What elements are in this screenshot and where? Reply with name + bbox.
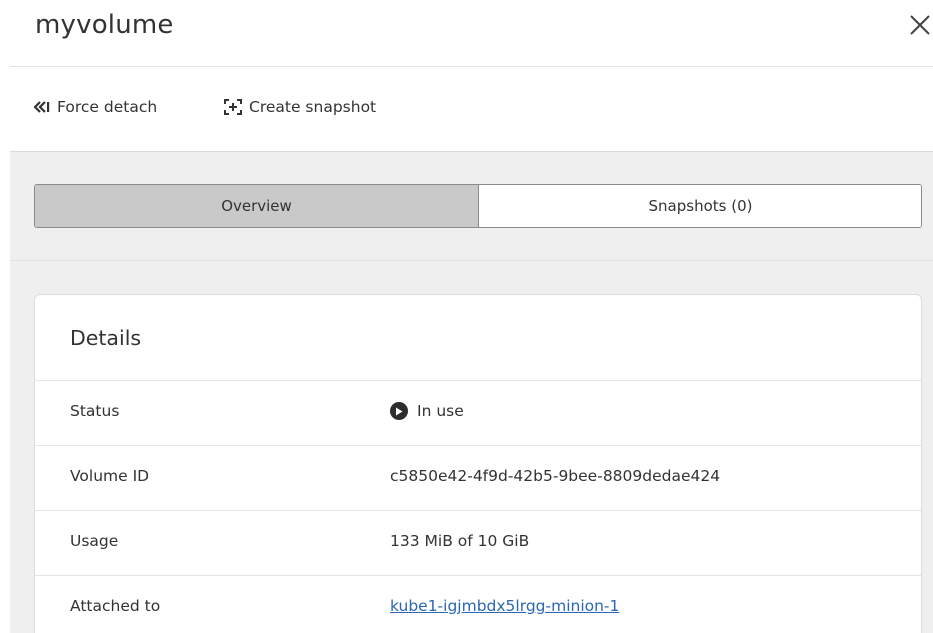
play-circle-icon bbox=[390, 402, 408, 420]
camera-focus-icon bbox=[224, 99, 242, 115]
volume-id-value: c5850e42-4f9d-42b5-9bee-8809dedae424 bbox=[390, 467, 721, 485]
detail-label: Attached to bbox=[70, 597, 161, 615]
panel-title: myvolume bbox=[35, 10, 174, 40]
status-text: In use bbox=[417, 402, 464, 420]
detail-row-usage: Usage 133 MiB of 10 GiB bbox=[35, 510, 921, 574]
create-snapshot-label: Create snapshot bbox=[249, 98, 377, 116]
detail-row-volume-id: Volume ID c5850e42-4f9d-42b5-9bee-8809de… bbox=[35, 445, 921, 509]
tabs-divider bbox=[10, 260, 933, 261]
detail-row-status: Status In use bbox=[35, 380, 921, 444]
force-detach-icon bbox=[34, 101, 50, 113]
status-value: In use bbox=[390, 402, 464, 420]
tab-snapshots[interactable]: Snapshots (0) bbox=[479, 185, 921, 227]
tab-overview[interactable]: Overview bbox=[35, 185, 479, 227]
panel-content: Overview Snapshots (0) Details Status In… bbox=[10, 151, 933, 633]
tab-bar: Overview Snapshots (0) bbox=[34, 184, 922, 228]
close-button[interactable] bbox=[906, 10, 932, 40]
close-icon[interactable] bbox=[906, 10, 932, 40]
force-detach-label: Force detach bbox=[57, 98, 158, 116]
attached-instance-link[interactable]: kube1-igjmbdx5lrgg-minion-1 bbox=[390, 597, 619, 615]
action-toolbar: Force detach Create snapshot bbox=[0, 67, 933, 151]
attached-to-value: kube1-igjmbdx5lrgg-minion-1 bbox=[390, 597, 619, 615]
force-detach-button[interactable]: Force detach bbox=[34, 98, 157, 116]
detail-label: Volume ID bbox=[70, 467, 150, 485]
create-snapshot-button[interactable]: Create snapshot bbox=[224, 98, 376, 116]
details-card: Details Status In use Volume ID c5850e42… bbox=[34, 294, 922, 633]
detail-label: Status bbox=[70, 402, 120, 420]
usage-value: 133 MiB of 10 GiB bbox=[390, 532, 530, 550]
panel-header: myvolume bbox=[0, 0, 933, 66]
detail-row-attached-to: Attached to kube1-igjmbdx5lrgg-minion-1 bbox=[35, 575, 921, 633]
details-title: Details bbox=[70, 326, 142, 350]
detail-label: Usage bbox=[70, 532, 119, 550]
